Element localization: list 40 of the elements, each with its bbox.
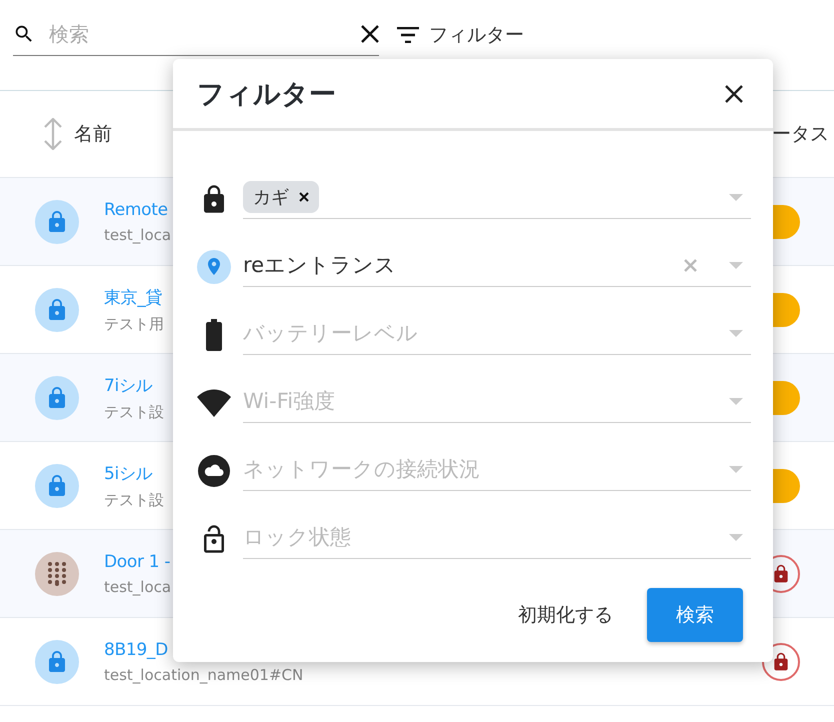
cloud-icon [198,455,230,487]
close-icon [725,84,743,102]
dropdown-caret-icon [729,194,743,200]
select-field[interactable]: ロック状態 [243,516,751,559]
dropdown-caret-icon [729,330,743,336]
keypad-icon [47,560,67,586]
dropdown-caret-icon [729,534,743,540]
column-header[interactable]: 名前 [42,118,112,150]
device-name[interactable]: Door 1 - [104,552,172,572]
select-field[interactable]: reエントランス [243,244,751,287]
select-field[interactable]: Wi-Fi強度 [243,380,751,423]
device-location: テスト設 [104,490,164,510]
filter-button[interactable]: フィルター [397,22,524,48]
dropdown-caret-icon [729,398,743,404]
select-field[interactable]: ネットワークの接続状況 [243,448,751,491]
dropdown-caret-icon [729,466,743,472]
close-button[interactable] [725,84,743,102]
filter-chip[interactable]: カギ [243,181,319,213]
filter-icon [397,26,419,42]
device-location: test_location_name01#CN [104,666,304,684]
device-name[interactable]: 5iシル [104,462,164,484]
device-name[interactable]: 東京_貸 [104,286,164,308]
search-field[interactable]: 検索 [47,21,349,47]
close-icon[interactable] [361,25,379,43]
device-name[interactable]: Remote [104,200,172,220]
wifi-icon [197,389,231,417]
device-location: test_loca [104,226,172,244]
battery-icon [206,319,222,351]
select-field[interactable]: バッテリーレベル [243,312,751,355]
device-location: test_loca [104,578,172,596]
dialog-title: フィルター [197,78,336,112]
dropdown-caret-icon [729,262,743,268]
column-header[interactable]: ータス [772,121,834,147]
search-button[interactable]: 検索 [647,588,743,642]
select-field[interactable]: カギ [243,176,751,219]
device-name[interactable]: 7iシル [104,374,164,396]
device-location: テスト設 [104,402,164,422]
device-location: テスト用 [104,314,164,334]
location-pin-icon [197,250,231,284]
remove-icon[interactable] [299,192,309,202]
